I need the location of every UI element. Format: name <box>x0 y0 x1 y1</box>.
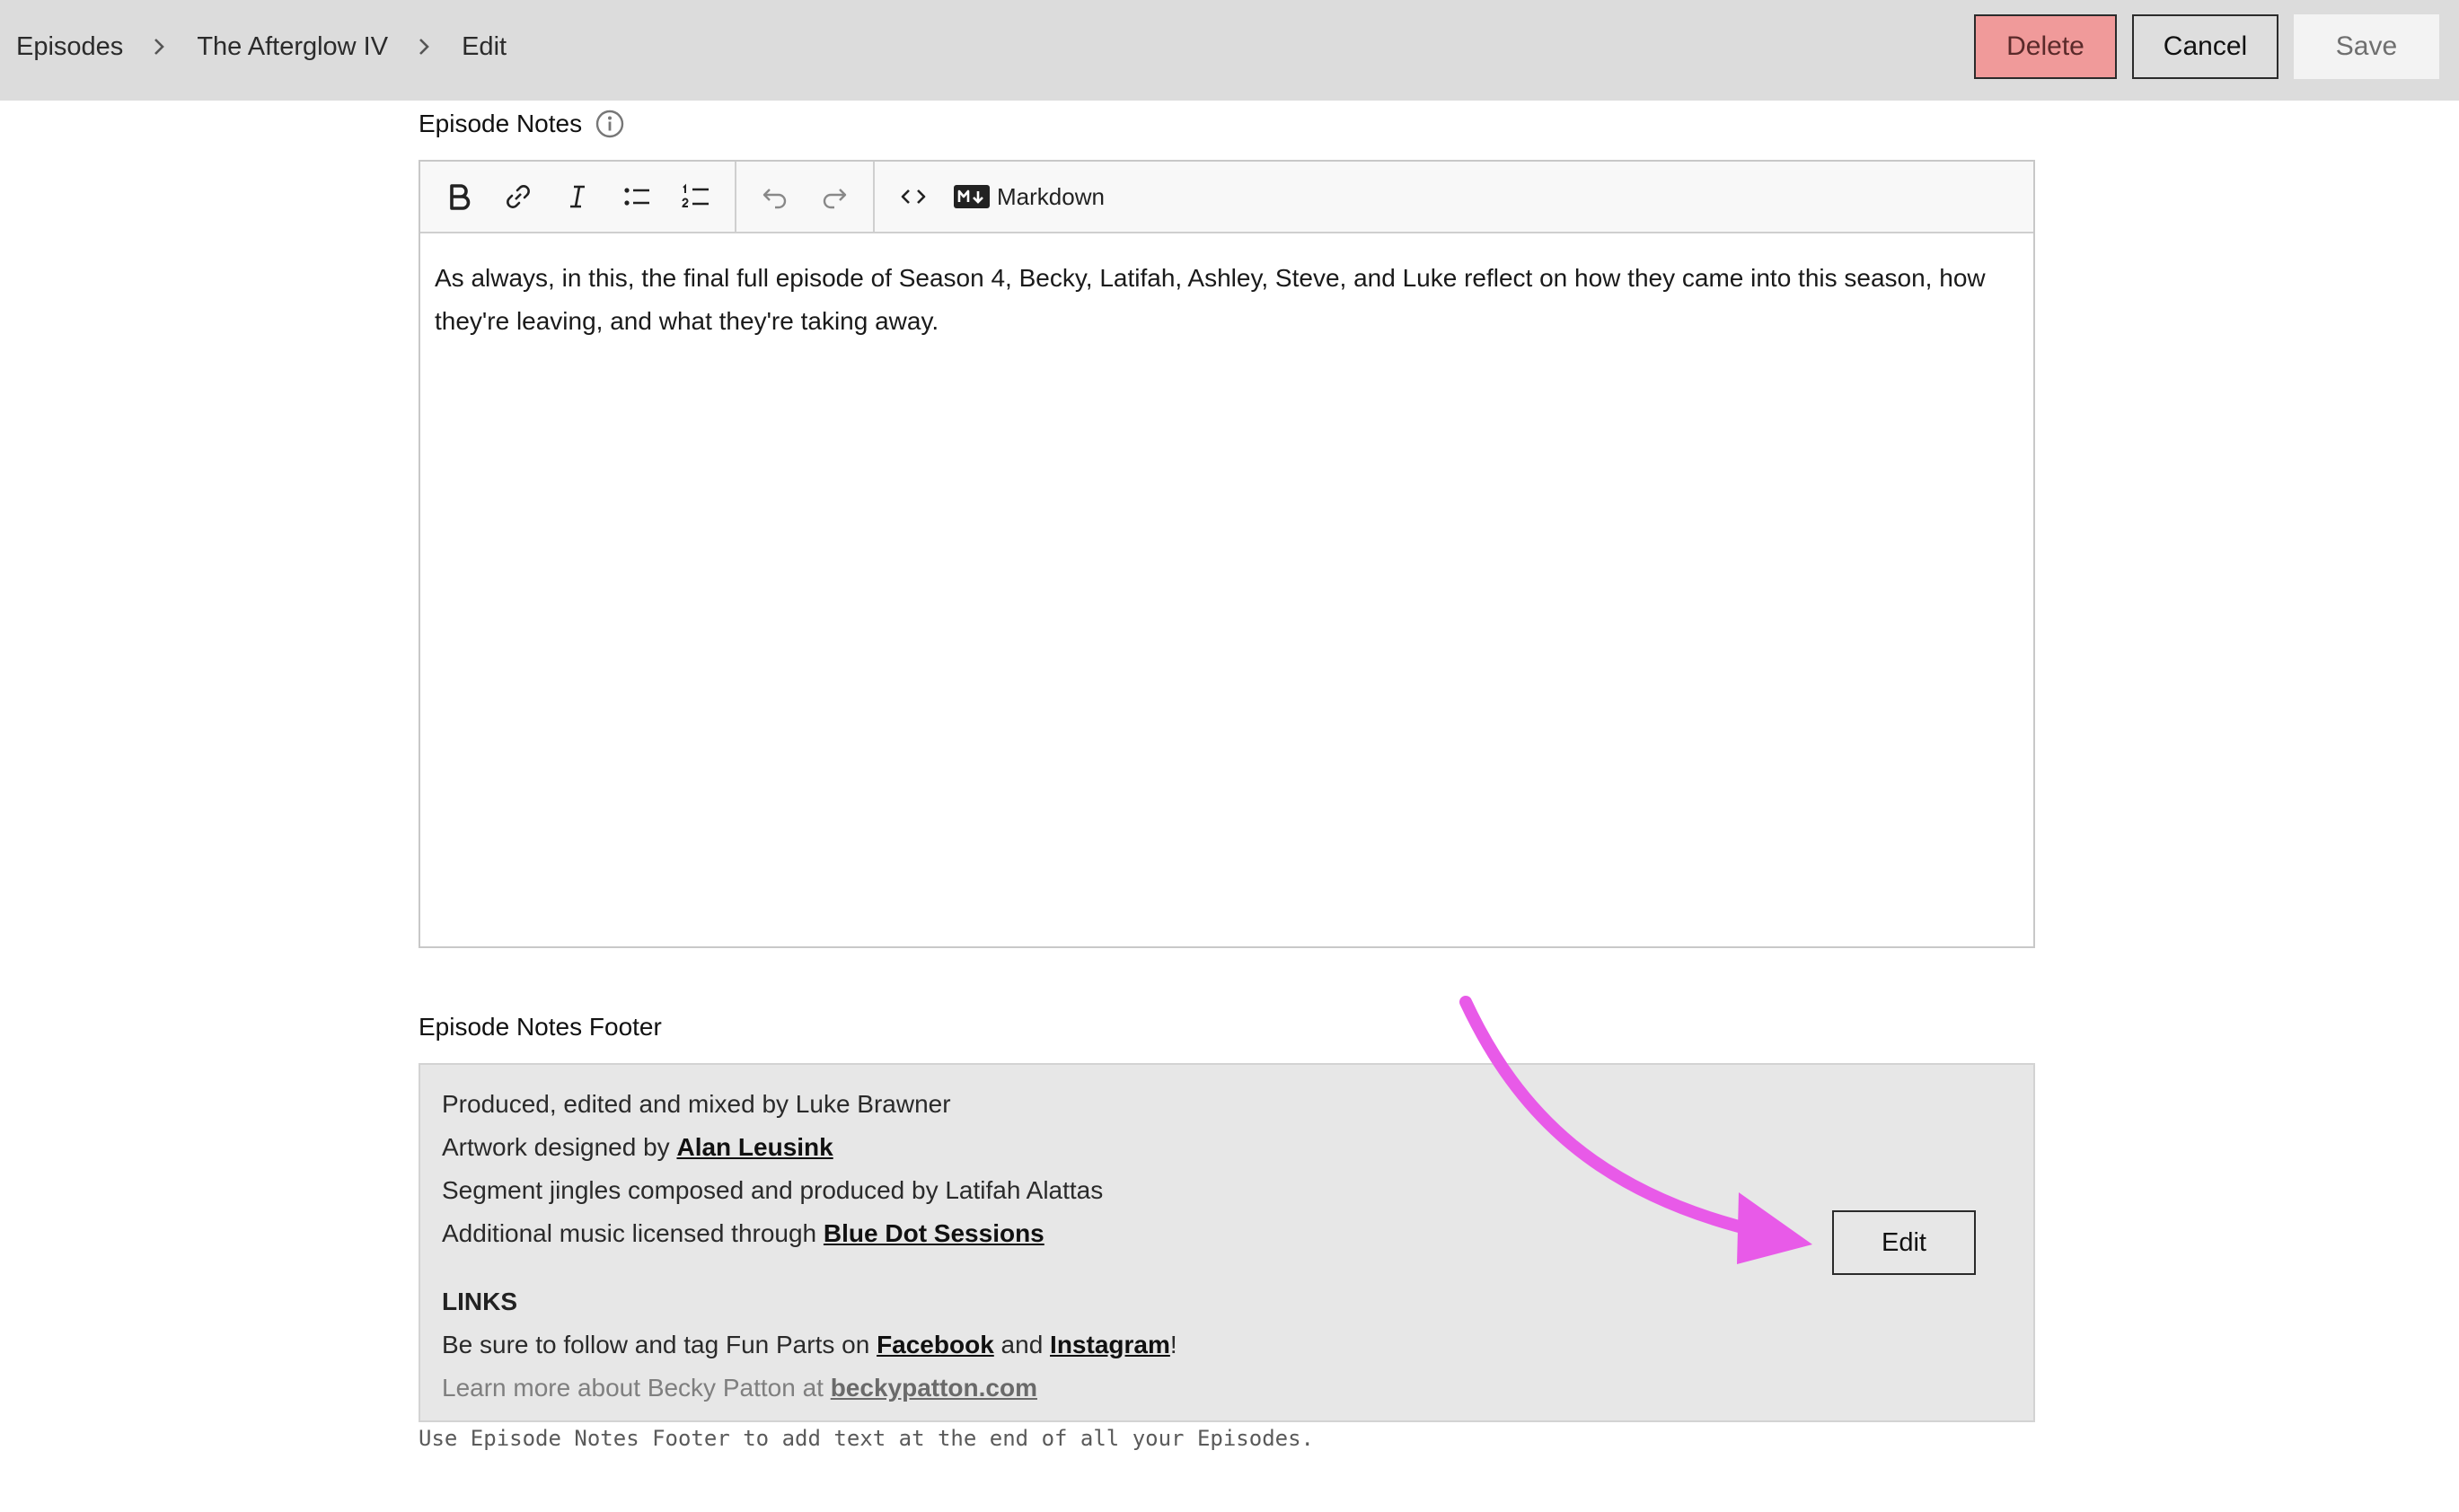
undo-icon <box>762 189 787 209</box>
footer-follow-text: Be sure to follow and tag Fun Parts on <box>442 1331 877 1358</box>
source-group: Markdown <box>873 162 1114 232</box>
footer-follow-and: and <box>993 1331 1051 1358</box>
footer-credit-jingles: Segment jingles composed and produced by… <box>442 1176 1104 1204</box>
code-icon <box>901 189 926 204</box>
footer-credit-artwork: Artwork designed by <box>442 1133 677 1161</box>
beckypatton-link[interactable]: beckypatton.com <box>831 1374 1037 1402</box>
save-button[interactable]: Save <box>2294 14 2439 79</box>
footer-line: Artwork designed by Alan Leusink <box>442 1126 1177 1169</box>
footer-content: Produced, edited and mixed by Luke Brawn… <box>442 1083 1177 1410</box>
link-button[interactable] <box>489 170 548 224</box>
footer-line: Be sure to follow and tag Fun Parts on F… <box>442 1323 1177 1367</box>
bold-icon <box>450 184 471 210</box>
redo-icon <box>823 189 847 209</box>
episode-notes-label: Episode Notes <box>419 106 625 142</box>
code-view-button[interactable] <box>884 170 943 224</box>
blue-dot-sessions-link[interactable]: Blue Dot Sessions <box>824 1219 1044 1247</box>
breadcrumb-episodes[interactable]: Episodes <box>16 32 123 62</box>
markdown-toggle[interactable]: Markdown <box>954 183 1105 211</box>
footer-learn-more: Learn more about Becky Patton at <box>442 1374 831 1402</box>
footer-line: Segment jingles composed and produced by… <box>442 1169 1177 1212</box>
redo-button[interactable] <box>805 170 864 224</box>
chevron-right-icon <box>148 36 170 57</box>
delete-button[interactable]: Delete <box>1974 14 2117 79</box>
episode-notes-editor: Markdown As always, in this, the final f… <box>419 160 2035 948</box>
breadcrumb-episode-title[interactable]: The Afterglow IV <box>197 32 388 62</box>
instagram-link[interactable]: Instagram <box>1050 1331 1170 1358</box>
info-icon[interactable] <box>595 109 625 139</box>
footer-line: Produced, edited and mixed by Luke Brawn… <box>442 1083 1177 1126</box>
edit-footer-button[interactable]: Edit <box>1832 1210 1976 1275</box>
breadcrumb: Episodes The Afterglow IV Edit <box>16 0 507 93</box>
top-bar: Episodes The Afterglow IV Edit Delete Ca… <box>0 0 2459 101</box>
footer-credit-producer: Produced, edited and mixed by Luke Brawn… <box>442 1090 951 1118</box>
history-group <box>735 162 873 232</box>
episode-notes-text: As always, in this, the final full episo… <box>435 264 1986 335</box>
editor-toolbar: Markdown <box>420 162 2033 233</box>
italic-button[interactable] <box>548 170 607 224</box>
footer-follow-suffix: ! <box>1169 1331 1177 1358</box>
episode-notes-text-area[interactable]: As always, in this, the final full episo… <box>420 233 2033 343</box>
footer-line: Learn more about Becky Patton at beckypa… <box>442 1367 1177 1410</box>
episode-notes-footer-label-text: Episode Notes Footer <box>419 1013 662 1041</box>
breadcrumb-current: Edit <box>462 31 507 61</box>
italic-icon <box>570 185 585 208</box>
episode-notes-footer-label: Episode Notes Footer <box>419 1009 662 1045</box>
markdown-label: Markdown <box>997 182 1105 210</box>
episode-notes-label-text: Episode Notes <box>419 110 583 137</box>
footer-line: Additional music licensed through Blue D… <box>442 1212 1177 1255</box>
alan-leusink-link[interactable]: Alan Leusink <box>676 1133 833 1161</box>
numbered-list-icon <box>682 183 709 207</box>
bold-button[interactable] <box>429 170 489 224</box>
chevron-right-icon <box>413 36 435 57</box>
footer-hint-text: Use Episode Notes Footer to add text at … <box>419 1426 1314 1451</box>
markdown-icon <box>954 185 990 208</box>
bullet-list-button[interactable] <box>607 170 666 224</box>
bullet-list-icon <box>624 188 649 206</box>
links-heading: LINKS <box>442 1288 517 1315</box>
link-icon <box>507 185 530 208</box>
cancel-button[interactable]: Cancel <box>2132 14 2278 79</box>
numbered-list-button[interactable] <box>666 170 726 224</box>
undo-button[interactable] <box>745 170 805 224</box>
arrow-annotation-icon <box>1459 996 1812 1264</box>
facebook-link[interactable]: Facebook <box>877 1331 994 1358</box>
format-group <box>420 162 735 232</box>
footer-credit-music: Additional music licensed through <box>442 1219 824 1247</box>
